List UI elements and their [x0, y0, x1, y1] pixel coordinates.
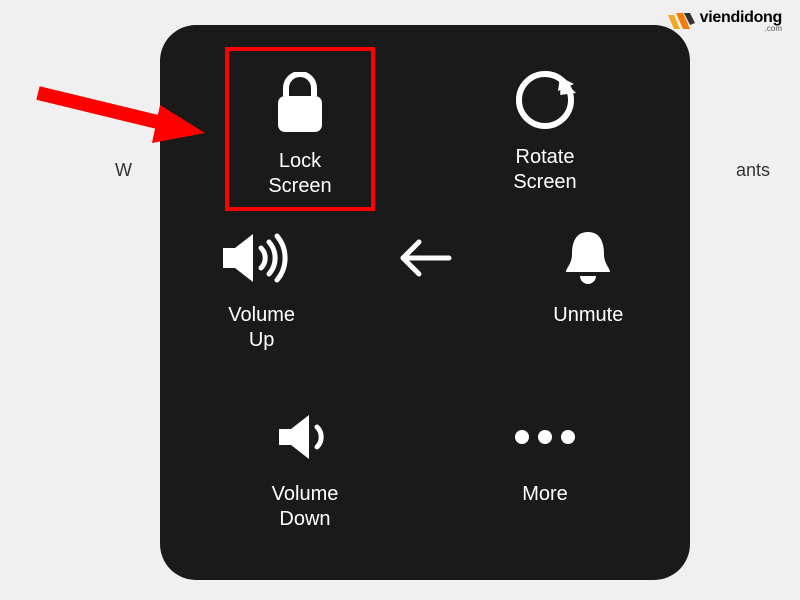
volume-down-button[interactable]: VolumeDown — [215, 392, 395, 532]
arrow-left-icon — [395, 223, 455, 293]
unmute-label: Unmute — [553, 303, 623, 328]
background-text-right: ants — [736, 160, 770, 181]
assistive-touch-panel: LockScreen RotateScreen — [160, 25, 690, 580]
lock-screen-button[interactable]: LockScreen — [225, 47, 375, 211]
more-icon — [510, 402, 580, 472]
watermark: viendidong .com — [666, 10, 782, 33]
volume-down-label: VolumeDown — [272, 482, 339, 532]
volume-up-button[interactable]: VolumeUp — [182, 223, 342, 353]
bell-icon — [560, 223, 616, 293]
watermark-suffix: .com — [765, 25, 782, 33]
more-label: More — [522, 482, 568, 507]
rotate-icon — [512, 65, 578, 135]
rotate-screen-label: RotateScreen — [513, 145, 576, 195]
lock-icon — [272, 69, 328, 139]
unmute-button[interactable]: Unmute — [508, 223, 668, 328]
volume-up-icon — [219, 223, 305, 293]
background-text-left: W — [115, 160, 132, 181]
rotate-screen-button[interactable]: RotateScreen — [465, 55, 625, 195]
lock-screen-label: LockScreen — [268, 149, 331, 199]
highlight-arrow-icon — [30, 75, 210, 145]
volume-up-label: VolumeUp — [228, 303, 295, 353]
volume-down-icon — [273, 402, 337, 472]
back-button[interactable] — [345, 223, 505, 303]
more-button[interactable]: More — [455, 392, 635, 507]
